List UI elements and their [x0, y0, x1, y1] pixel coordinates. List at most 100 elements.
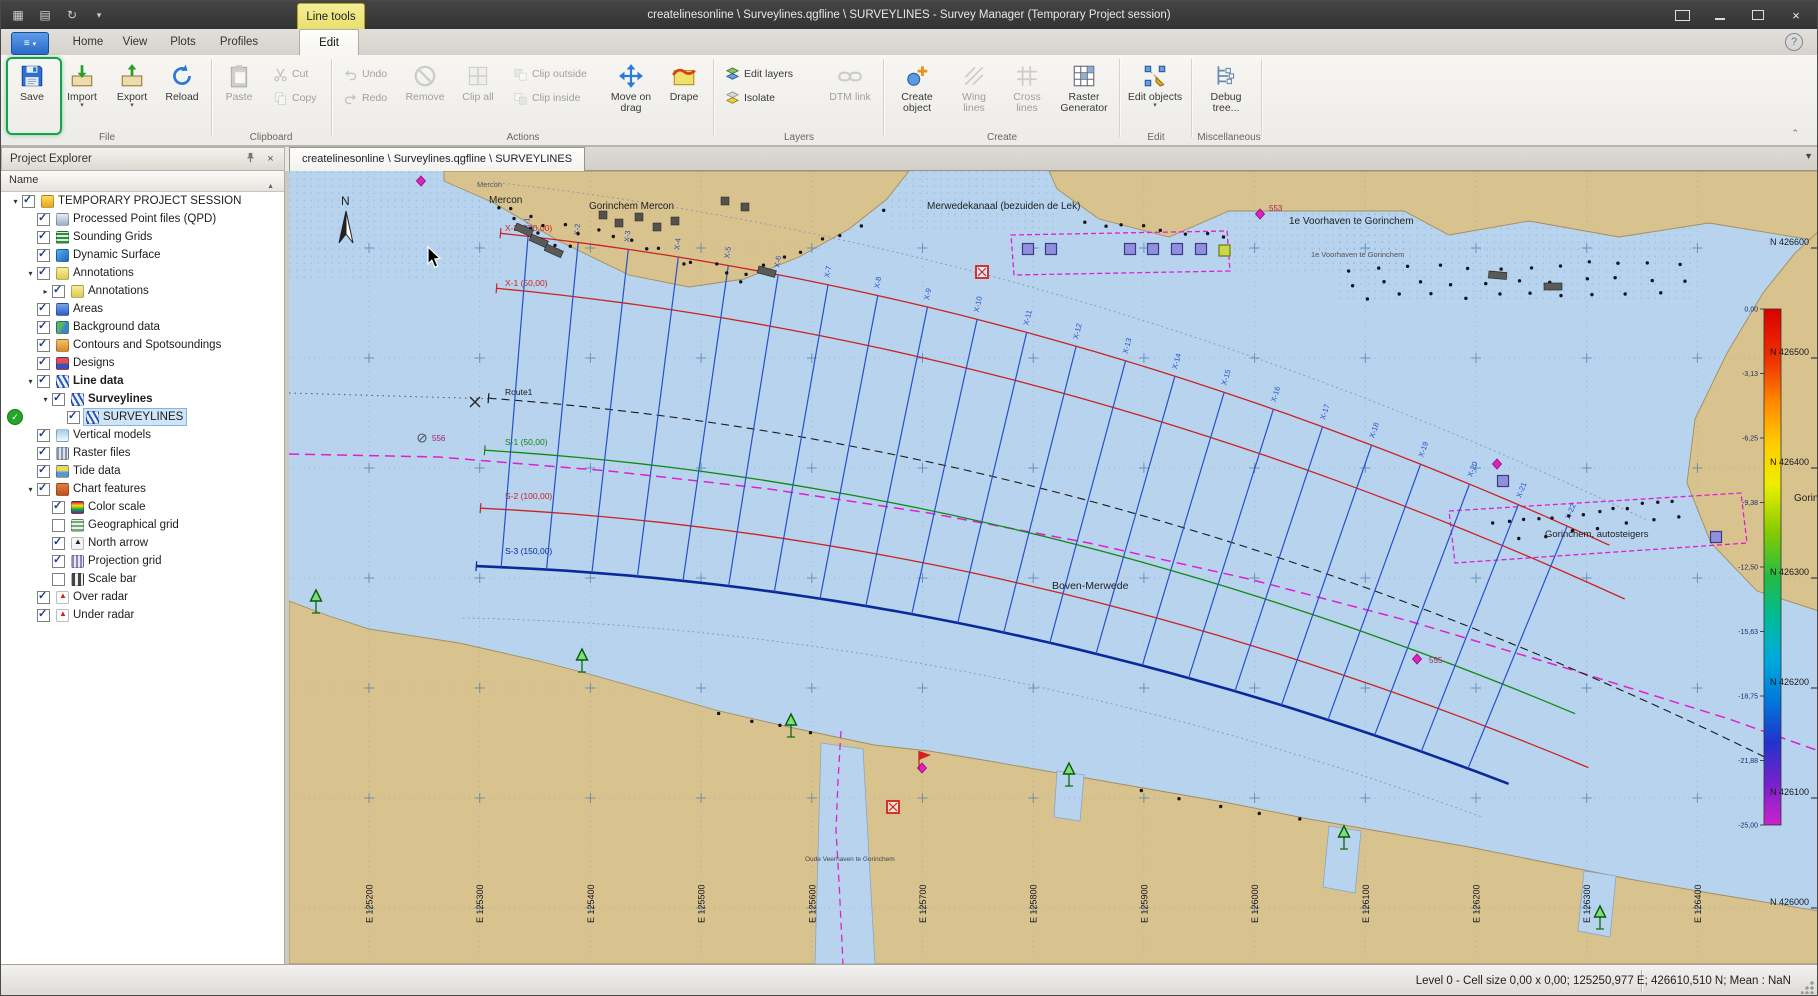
clip-all-button[interactable]: Clip all: [453, 58, 503, 128]
maximize-button[interactable]: [1743, 5, 1773, 25]
visibility-checkbox[interactable]: [37, 609, 50, 622]
tree-item[interactable]: ▾TEMPORARY PROJECT SESSION: [1, 192, 284, 210]
pin-icon[interactable]: [243, 152, 258, 167]
tree-item[interactable]: Color scale: [1, 498, 284, 516]
drape-button[interactable]: Drape: [661, 58, 707, 128]
visibility-checkbox[interactable]: [67, 411, 80, 424]
debug-tree-button[interactable]: Debug tree...: [1197, 58, 1255, 128]
tree-item[interactable]: Sounding Grids: [1, 228, 284, 246]
document-tab[interactable]: createlinesonline \ Surveylines.qgfline …: [289, 147, 585, 172]
wing-lines-button[interactable]: Wing lines: [949, 58, 999, 128]
tree-item[interactable]: ▾Annotations: [1, 264, 284, 282]
paste-button[interactable]: Paste: [217, 58, 261, 128]
tree-item[interactable]: Scale bar: [1, 570, 284, 588]
remove-button[interactable]: Remove: [401, 58, 449, 128]
tree-item[interactable]: Projection grid: [1, 552, 284, 570]
visibility-checkbox[interactable]: [37, 303, 50, 316]
tree-item[interactable]: SURVEYLINES: [1, 408, 284, 426]
tab-view[interactable]: View: [113, 29, 157, 55]
import-button[interactable]: Import▾: [59, 58, 105, 128]
tree-item[interactable]: Over radar: [1, 588, 284, 606]
undo-button[interactable]: Undo: [337, 63, 395, 85]
visibility-checkbox[interactable]: [37, 483, 50, 496]
visibility-checkbox[interactable]: [52, 501, 65, 514]
cut-button[interactable]: Cut: [267, 63, 323, 85]
tab-plots[interactable]: Plots: [159, 29, 207, 55]
visibility-checkbox[interactable]: [37, 429, 50, 442]
tree-item[interactable]: ▾Chart features: [1, 480, 284, 498]
visibility-checkbox[interactable]: [37, 375, 50, 388]
expander-icon[interactable]: ▾: [24, 269, 37, 278]
cross-lines-button[interactable]: Cross lines: [1003, 58, 1051, 128]
refresh-icon[interactable]: ↻: [63, 5, 81, 25]
visibility-checkbox[interactable]: [52, 285, 65, 298]
edit-layers-button[interactable]: Edit layers: [719, 63, 819, 85]
visibility-checkbox[interactable]: [52, 537, 65, 550]
tree-item[interactable]: ▾Surveylines: [1, 390, 284, 408]
tree-item[interactable]: North arrow: [1, 534, 284, 552]
map-canvas[interactable]: X-2 (100,00)X-1 (50,00)Route1S-1 (50,00)…: [289, 171, 1818, 964]
isolate-button[interactable]: Isolate: [719, 87, 799, 109]
tree-item[interactable]: Under radar: [1, 606, 284, 624]
visibility-checkbox[interactable]: [52, 573, 65, 586]
visibility-checkbox[interactable]: [37, 249, 50, 262]
tab-list-dropdown-icon[interactable]: ▼: [1804, 151, 1813, 161]
tree-item[interactable]: Dynamic Surface: [1, 246, 284, 264]
application-button[interactable]: ≡▾: [11, 32, 49, 55]
expander-icon[interactable]: ▾: [39, 395, 52, 404]
tree-item[interactable]: Designs: [1, 354, 284, 372]
tree-item[interactable]: Contours and Spotsoundings: [1, 336, 284, 354]
tree-item[interactable]: Vertical models: [1, 426, 284, 444]
expander-icon[interactable]: ▾: [24, 377, 37, 386]
expander-icon[interactable]: ▸: [39, 287, 52, 296]
qat-dropdown-icon[interactable]: ▾: [90, 5, 108, 25]
reload-button[interactable]: Reload: [159, 58, 205, 128]
visibility-checkbox[interactable]: [37, 339, 50, 352]
panel-close-icon[interactable]: ×: [263, 152, 278, 167]
create-object-button[interactable]: Create object: [889, 58, 945, 128]
dtm-link-button[interactable]: DTM link: [825, 58, 875, 128]
save-button[interactable]: Save: [9, 58, 55, 128]
tree-item[interactable]: Processed Point files (QPD): [1, 210, 284, 228]
tree-item[interactable]: Raster files: [1, 444, 284, 462]
visibility-checkbox[interactable]: [22, 195, 35, 208]
minimize-button[interactable]: [1705, 5, 1735, 25]
redo-button[interactable]: Redo: [337, 87, 395, 109]
tab-profiles[interactable]: Profiles: [209, 29, 269, 55]
resize-grip[interactable]: [1801, 981, 1814, 994]
tree-item[interactable]: Areas: [1, 300, 284, 318]
tab-home[interactable]: Home: [65, 29, 111, 55]
expander-icon[interactable]: ▾: [9, 197, 22, 206]
visibility-checkbox[interactable]: [52, 519, 65, 532]
export-button[interactable]: Export▾: [109, 58, 155, 128]
visibility-checkbox[interactable]: [37, 465, 50, 478]
fullscreen-button[interactable]: [1667, 5, 1697, 25]
visibility-checkbox[interactable]: [37, 447, 50, 460]
expander-icon[interactable]: ▾: [24, 485, 37, 494]
customize-icon[interactable]: ▤: [36, 5, 54, 25]
visibility-checkbox[interactable]: [37, 231, 50, 244]
tab-edit[interactable]: Edit: [299, 29, 359, 56]
tree-item[interactable]: Background data: [1, 318, 284, 336]
visibility-checkbox[interactable]: [37, 321, 50, 334]
visibility-checkbox[interactable]: [52, 555, 65, 568]
tree-item[interactable]: ▾Line data: [1, 372, 284, 390]
tree-column-header[interactable]: Name ▲: [1, 171, 284, 192]
help-icon[interactable]: ?: [1785, 33, 1803, 51]
visibility-checkbox[interactable]: [37, 591, 50, 604]
tree-item[interactable]: Geographical grid: [1, 516, 284, 534]
visibility-checkbox[interactable]: [37, 357, 50, 370]
visibility-checkbox[interactable]: [52, 393, 65, 406]
copy-button[interactable]: Copy: [267, 87, 323, 109]
app-menu-icon[interactable]: ▦: [9, 5, 27, 25]
visibility-checkbox[interactable]: [37, 267, 50, 280]
edit-objects-button[interactable]: Edit objects▾: [1125, 58, 1185, 128]
tree-item[interactable]: ▸Annotations: [1, 282, 284, 300]
contextual-tab-line-tools[interactable]: Line tools: [297, 3, 365, 30]
raster-generator-button[interactable]: Raster Generator: [1055, 58, 1113, 128]
close-button[interactable]: ×: [1781, 5, 1811, 25]
ribbon-collapse-icon[interactable]: ⌃: [1791, 128, 1799, 139]
clip-outside-button[interactable]: Clip outside: [507, 63, 601, 85]
clip-inside-button[interactable]: Clip inside: [507, 87, 597, 109]
tree-item[interactable]: Tide data: [1, 462, 284, 480]
